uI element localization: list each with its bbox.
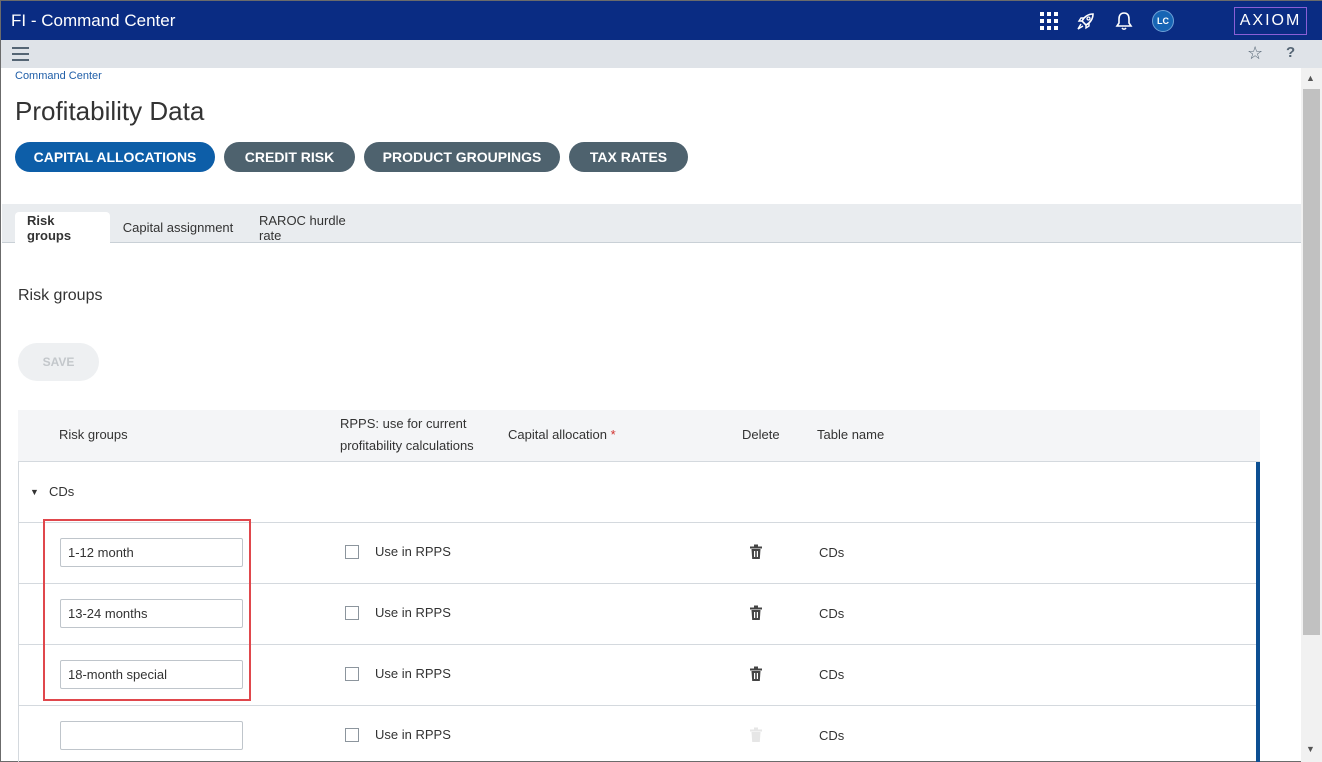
table-row: 18-month special Use in RPPS CDs bbox=[19, 645, 1256, 706]
tab-risk-groups[interactable]: Risk groups bbox=[15, 212, 110, 243]
use-in-rpps-checkbox[interactable] bbox=[345, 606, 359, 620]
use-in-rpps-checkbox[interactable] bbox=[345, 667, 359, 681]
trash-icon[interactable] bbox=[749, 605, 763, 621]
trash-icon[interactable] bbox=[749, 666, 763, 682]
group-label: CDs bbox=[49, 484, 75, 499]
risk-group-name-input[interactable]: 18-month special bbox=[60, 660, 243, 689]
use-in-rpps-label: Use in RPPS bbox=[375, 666, 451, 681]
header-table-name[interactable]: Table name bbox=[817, 427, 884, 442]
vertical-scrollbar[interactable]: ▲ ▼ bbox=[1301, 68, 1322, 762]
use-in-rpps-label: Use in RPPS bbox=[375, 605, 451, 620]
help-icon[interactable]: ? bbox=[1286, 44, 1295, 61]
pill-capital-allocations[interactable]: CAPITAL ALLOCATIONS bbox=[15, 142, 215, 172]
table-name-cell: CDs bbox=[819, 606, 845, 621]
top-bar: FI - Command Center LC AXIOM bbox=[1, 1, 1322, 40]
section-title: Risk groups bbox=[18, 287, 103, 304]
pill-tax-rates[interactable]: TAX RATES bbox=[569, 142, 688, 172]
page-title: Profitability Data bbox=[15, 96, 205, 126]
risk-group-name-input[interactable] bbox=[60, 721, 243, 750]
table-name-cell: CDs bbox=[819, 728, 845, 743]
table-row: 13-24 months Use in RPPS CDs bbox=[19, 584, 1256, 645]
bell-icon[interactable] bbox=[1112, 9, 1136, 33]
header-rpps-line2[interactable]: profitability calculations bbox=[340, 438, 474, 453]
use-in-rpps-checkbox[interactable] bbox=[345, 545, 359, 559]
use-in-rpps-checkbox[interactable] bbox=[345, 728, 359, 742]
trash-icon[interactable] bbox=[749, 544, 763, 560]
tab-capital-assignment[interactable]: Capital assignment bbox=[110, 212, 246, 243]
sub-bar: ☆ ? bbox=[1, 40, 1322, 68]
required-marker: * bbox=[610, 427, 616, 442]
collapse-caret-icon[interactable]: ▼ bbox=[30, 487, 39, 497]
table-name-cell: CDs bbox=[819, 667, 845, 682]
header-capital-allocation-label: Capital allocation bbox=[508, 427, 608, 442]
grid-header: Risk groups RPPS: use for current profit… bbox=[18, 410, 1260, 462]
use-in-rpps-label: Use in RPPS bbox=[375, 544, 451, 559]
rocket-icon[interactable] bbox=[1074, 9, 1098, 33]
save-button[interactable]: SAVE bbox=[18, 343, 99, 381]
user-avatar[interactable]: LC bbox=[1152, 10, 1174, 32]
scroll-down-arrow-icon[interactable]: ▼ bbox=[1306, 744, 1315, 754]
table-row: 1-12 month Use in RPPS CDs bbox=[19, 523, 1256, 584]
header-risk-groups[interactable]: Risk groups bbox=[59, 427, 128, 442]
table-row: Use in RPPS CDs bbox=[19, 706, 1256, 762]
grid-body: ▼ CDs 1-12 month Use in RPPS CDs 13-24 m… bbox=[18, 462, 1260, 762]
group-row-cds[interactable]: ▼ CDs bbox=[19, 462, 1256, 523]
apps-grid-icon[interactable] bbox=[1037, 9, 1061, 33]
risk-group-name-input[interactable]: 13-24 months bbox=[60, 599, 243, 628]
app-window: FI - Command Center LC AXIOM ☆ ? ▲ ▼ Com… bbox=[0, 0, 1322, 762]
pill-product-groupings[interactable]: PRODUCT GROUPINGS bbox=[364, 142, 560, 172]
breadcrumb[interactable]: Command Center bbox=[15, 70, 102, 82]
use-in-rpps-label: Use in RPPS bbox=[375, 727, 451, 742]
pill-credit-risk[interactable]: CREDIT RISK bbox=[224, 142, 355, 172]
app-title: FI - Command Center bbox=[11, 11, 176, 30]
tab-raroc-hurdle-rate[interactable]: RAROC hurdle rate bbox=[247, 212, 380, 243]
hamburger-icon[interactable] bbox=[12, 47, 29, 61]
axiom-logo: AXIOM bbox=[1234, 7, 1307, 35]
scroll-up-arrow-icon[interactable]: ▲ bbox=[1306, 73, 1315, 83]
header-rpps-line1[interactable]: RPPS: use for current bbox=[340, 416, 466, 431]
tab-bar: Risk groups Capital assignment RAROC hur… bbox=[2, 204, 1301, 243]
trash-icon bbox=[750, 727, 762, 742]
scroll-thumb[interactable] bbox=[1303, 89, 1320, 635]
star-icon[interactable]: ☆ bbox=[1247, 43, 1263, 64]
header-capital-allocation[interactable]: Capital allocation * bbox=[508, 427, 616, 442]
risk-group-name-input[interactable]: 1-12 month bbox=[60, 538, 243, 567]
table-name-cell: CDs bbox=[819, 545, 845, 560]
header-delete: Delete bbox=[742, 427, 780, 442]
